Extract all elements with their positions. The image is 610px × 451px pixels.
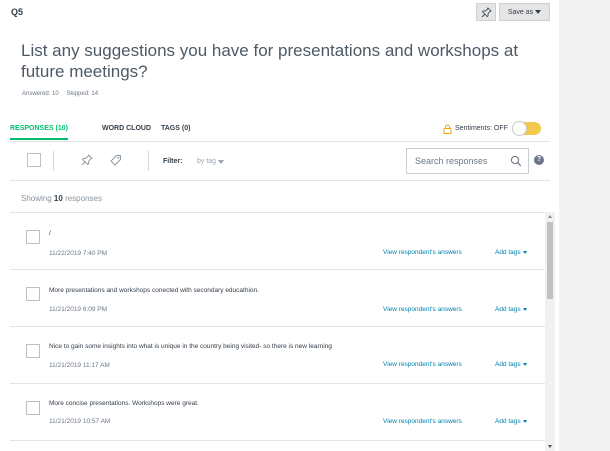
- add-tags-label: Add tags: [495, 418, 521, 425]
- chevron-down-icon: [522, 363, 527, 366]
- view-respondent-answers-link[interactable]: View respondent's answers: [383, 306, 462, 313]
- sentiments-toggle[interactable]: [511, 121, 541, 136]
- response-row: More concise presentations. Workshops we…: [10, 384, 545, 441]
- chevron-down-icon: [218, 159, 225, 164]
- save-as-label: Save as: [507, 8, 534, 16]
- question-header: Q5 Save as: [0, 0, 559, 26]
- save-as-button[interactable]: Save as: [499, 3, 550, 21]
- tab-bar: RESPONSES (10) WORD CLOUD TAGS (0) Senti…: [10, 121, 550, 142]
- response-text: More presentations and workshops conecte…: [49, 287, 259, 294]
- response-date: 11/22/2019 7:40 PM: [49, 250, 108, 257]
- showing-count: Showing 10 responses: [21, 194, 102, 203]
- toggle-knob: [511, 121, 527, 136]
- search-input[interactable]: [415, 149, 511, 173]
- pin-icon: [481, 7, 491, 17]
- response-checkbox[interactable]: [26, 401, 40, 415]
- filter-value: by tag: [197, 158, 217, 165]
- filter-label: Filter:: [163, 158, 183, 165]
- filter-by-tag-dropdown[interactable]: by tag: [197, 158, 225, 165]
- add-tags-dropdown[interactable]: Add tags: [495, 418, 527, 425]
- pin-button[interactable]: [476, 3, 496, 21]
- add-tags-dropdown[interactable]: Add tags: [495, 361, 527, 368]
- tab-responses[interactable]: RESPONSES (10): [10, 125, 68, 140]
- sentiments-label: Sentiments: OFF: [455, 125, 508, 132]
- chevron-down-icon: [522, 420, 527, 423]
- response-text: More concise presentations. Workshops we…: [49, 400, 199, 407]
- response-checkbox[interactable]: [26, 344, 40, 358]
- showing-suffix: responses: [65, 194, 102, 203]
- help-icon[interactable]: ?: [534, 155, 544, 165]
- scrollbar-thumb[interactable]: [547, 222, 553, 299]
- view-respondent-answers-link[interactable]: View respondent's answers: [383, 418, 462, 425]
- response-row: / 11/22/2019 7:40 PM View respondent's a…: [10, 213, 545, 270]
- response-date: 11/21/2019 6:09 PM: [49, 306, 108, 313]
- skipped-count: Skipped: 14: [66, 91, 99, 97]
- showing-number: 10: [53, 194, 63, 203]
- add-tags-dropdown[interactable]: Add tags: [495, 249, 527, 256]
- response-row: More presentations and workshops conecte…: [10, 270, 545, 327]
- response-checkbox[interactable]: [26, 287, 40, 301]
- add-tags-label: Add tags: [495, 249, 521, 256]
- question-number: Q5: [11, 7, 24, 17]
- response-date: 11/21/2019 10:57 AM: [49, 418, 111, 425]
- search-box: [406, 148, 529, 174]
- view-respondent-answers-link[interactable]: View respondent's answers: [383, 361, 462, 368]
- question-stats: Answered: 10 Skipped: 14: [22, 91, 104, 97]
- response-date: 11/21/2019 11:17 AM: [49, 362, 110, 369]
- search-icon[interactable]: [510, 155, 522, 167]
- chevron-down-icon: [535, 10, 542, 14]
- responses-scrollbar[interactable]: [545, 212, 555, 451]
- answered-count: Answered: 10: [22, 91, 59, 97]
- lock-icon: [443, 124, 452, 134]
- responses-toolbar: Filter: by tag ?: [10, 143, 550, 181]
- select-all-checkbox[interactable]: [27, 153, 41, 167]
- scroll-up-arrow-icon[interactable]: [548, 215, 552, 218]
- add-tags-label: Add tags: [495, 361, 521, 368]
- sentiments-control: Sentiments: OFF: [443, 121, 541, 136]
- pin-icon[interactable]: [81, 154, 93, 166]
- add-tags-label: Add tags: [495, 306, 521, 313]
- tab-word-cloud[interactable]: WORD CLOUD: [102, 125, 151, 138]
- responses-list: / 11/22/2019 7:40 PM View respondent's a…: [10, 212, 545, 451]
- question-card: Q5 Save as List any suggestions you have…: [0, 0, 559, 451]
- tag-icon[interactable]: [110, 154, 122, 166]
- response-row: Nice to gain some insights into what is …: [10, 327, 545, 384]
- response-text: Nice to gain some insights into what is …: [49, 343, 332, 350]
- question-title: List any suggestions you have for presen…: [21, 41, 519, 81]
- add-tags-dropdown[interactable]: Add tags: [495, 306, 527, 313]
- response-checkbox[interactable]: [26, 230, 40, 244]
- showing-prefix: Showing: [21, 194, 52, 203]
- divider: [148, 151, 149, 171]
- scroll-down-arrow-icon[interactable]: [548, 445, 552, 448]
- tab-tags[interactable]: TAGS (0): [161, 125, 190, 138]
- response-text: /: [49, 230, 51, 237]
- chevron-down-icon: [522, 251, 527, 254]
- divider: [53, 151, 54, 171]
- view-respondent-answers-link[interactable]: View respondent's answers: [383, 249, 462, 256]
- chevron-down-icon: [522, 308, 527, 311]
